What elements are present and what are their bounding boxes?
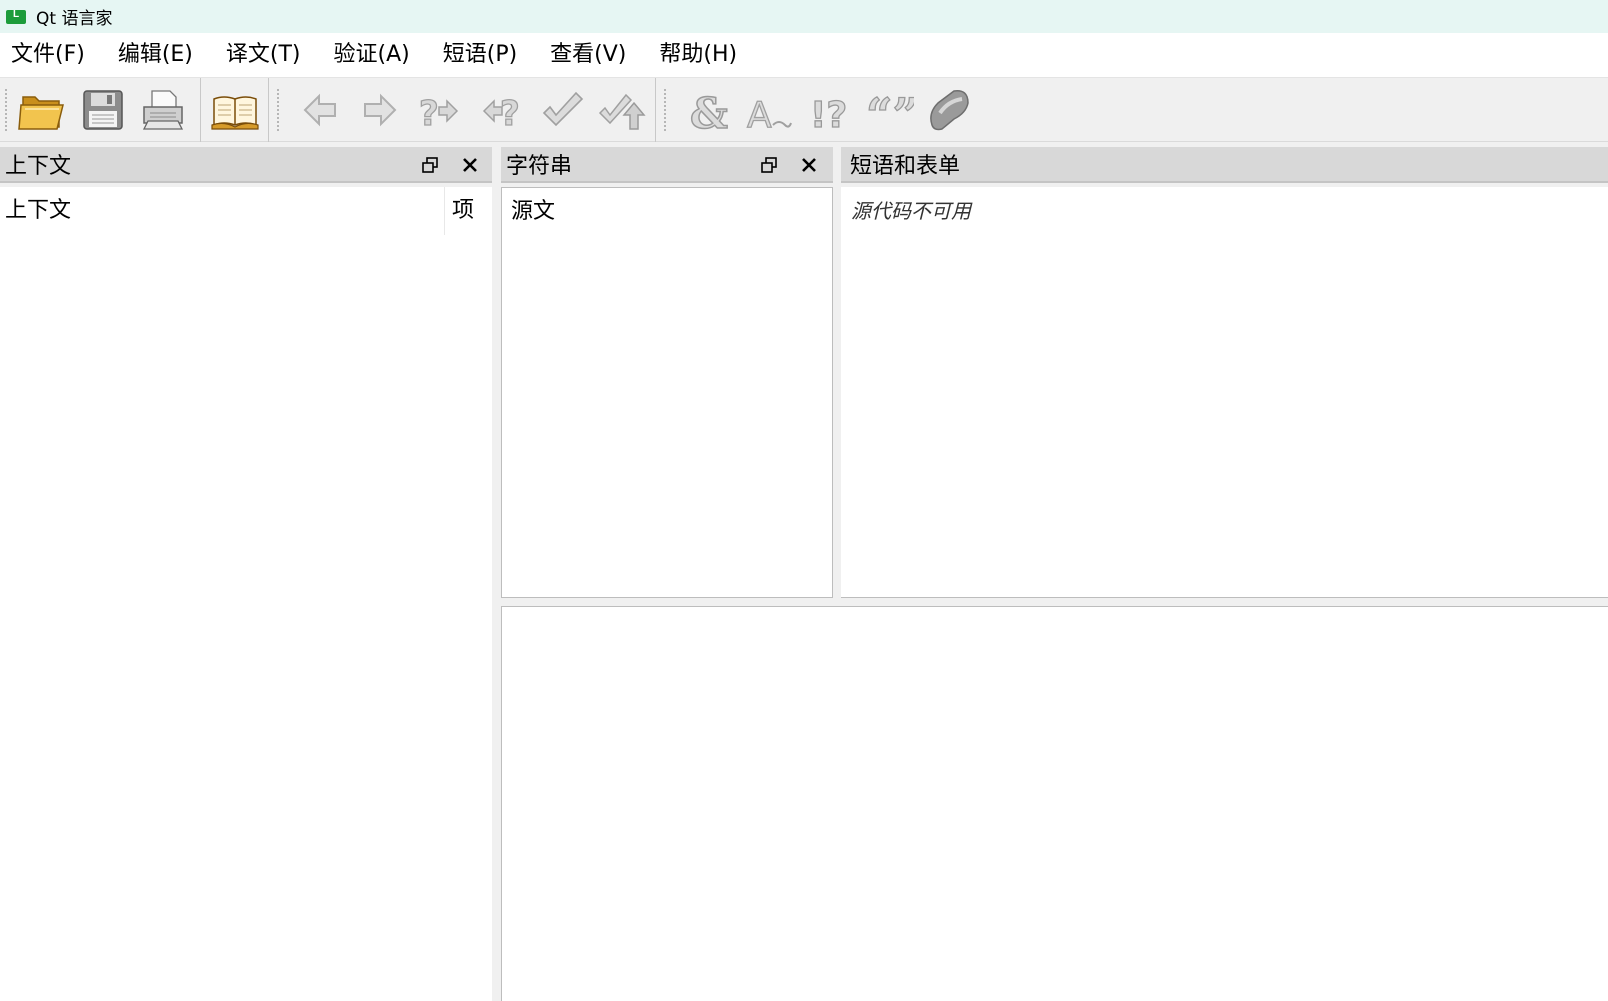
column-header-context[interactable]: 上下文 <box>5 187 71 235</box>
context-dock-float-button[interactable] <box>418 153 442 177</box>
next-unfinished-icon: ? <box>482 93 520 135</box>
place-markers-button[interactable]: “” <box>862 84 916 136</box>
toolbar-grip[interactable] <box>276 88 280 132</box>
title-bar: Qt 语言家 <box>0 0 1608 33</box>
previous-unfinished-icon: ? <box>418 93 459 135</box>
column-header-items[interactable]: 项 <box>452 187 474 235</box>
open-phrasebook-icon <box>211 96 259 130</box>
surrounding-whitespace-button[interactable] <box>922 84 976 136</box>
float-icon <box>761 157 777 173</box>
strings-list-header: 源文 <box>502 188 832 236</box>
context-list-header: 上下文 项 <box>0 187 492 235</box>
context-list[interactable]: 上下文 项 <box>0 187 492 1001</box>
strings-dock-title: 字符串 <box>501 147 833 183</box>
menu-bar: 文件(F) 编辑(E) 译文(T) 验证(A) 短语(P) 查看(V) 帮助(H… <box>0 33 1608 77</box>
done-and-next-button[interactable] <box>594 84 648 136</box>
menu-file[interactable]: 文件(F) <box>0 33 99 77</box>
menu-validation[interactable]: 验证(A) <box>323 33 424 77</box>
toolbar: ? ? & A !? “” <box>0 77 1608 142</box>
phrase-matches-button[interactable]: !? <box>802 84 856 136</box>
next-button[interactable] <box>353 84 407 136</box>
float-icon <box>422 157 438 173</box>
svg-text:&: & <box>690 89 728 135</box>
phrases-dock-title-label: 短语和表单 <box>850 154 961 179</box>
context-dock-title-label: 上下文 <box>5 154 72 179</box>
ending-punctuation-icon: A <box>746 94 792 135</box>
strings-dock-close-button[interactable] <box>797 153 821 177</box>
phrases-dock-title: 短语和表单 <box>841 147 1608 183</box>
previous-button[interactable] <box>293 84 347 136</box>
toolbar-grip[interactable] <box>663 88 667 132</box>
menu-help[interactable]: 帮助(H) <box>648 33 751 77</box>
done-icon <box>542 91 584 127</box>
translation-editor-area[interactable] <box>501 606 1608 1001</box>
column-divider[interactable] <box>444 187 445 235</box>
close-icon <box>802 158 816 172</box>
accelerators-icon: & <box>689 88 729 135</box>
svg-text:“”: “” <box>866 88 914 135</box>
main-splitter[interactable] <box>492 142 501 1001</box>
context-dock-close-button[interactable] <box>458 153 482 177</box>
strings-dock-float-button[interactable] <box>757 153 781 177</box>
done-button[interactable] <box>534 84 588 136</box>
menu-view[interactable]: 查看(V) <box>539 33 640 77</box>
open-phrasebook-button[interactable] <box>208 84 262 136</box>
phrase-matches-icon: !? <box>809 94 848 135</box>
surrounding-whitespace-icon <box>930 90 969 131</box>
toolbar-separator <box>200 78 201 142</box>
source-unavailable-message: 源代码不可用 <box>851 199 971 223</box>
menu-edit[interactable]: 编辑(E) <box>107 33 207 77</box>
save-button[interactable] <box>76 84 130 136</box>
svg-text:?: ? <box>500 94 520 134</box>
strings-list[interactable]: 源文 <box>501 187 833 598</box>
strings-dock-title-label: 字符串 <box>506 154 573 179</box>
toolbar-grip[interactable] <box>4 88 8 132</box>
next-icon <box>364 93 397 127</box>
previous-icon <box>303 93 336 127</box>
print-button[interactable] <box>136 84 190 136</box>
svg-text:A: A <box>747 95 772 135</box>
svg-text:?: ? <box>419 94 439 134</box>
close-icon <box>463 158 477 172</box>
next-unfinished-button[interactable]: ? <box>474 84 528 136</box>
save-icon <box>83 90 123 130</box>
toolbar-separator <box>268 78 269 142</box>
done-and-next-icon <box>598 93 646 130</box>
open-folder-icon <box>18 96 64 130</box>
print-icon <box>142 90 184 130</box>
window-title: Qt 语言家 <box>36 9 113 29</box>
menu-translation[interactable]: 译文(T) <box>215 33 315 77</box>
phrases-panel[interactable]: 源代码不可用 <box>841 187 1608 598</box>
toolbar-separator <box>655 78 656 142</box>
previous-unfinished-button[interactable]: ? <box>413 84 467 136</box>
accelerators-button[interactable]: & <box>680 84 734 136</box>
svg-text:!?: !? <box>810 95 847 135</box>
app-icon <box>6 9 26 24</box>
ending-punctuation-button[interactable]: A <box>741 84 795 136</box>
column-header-source[interactable]: 源文 <box>511 188 555 236</box>
context-dock-title: 上下文 <box>0 147 492 183</box>
open-button[interactable] <box>15 84 69 136</box>
menu-phrases[interactable]: 短语(P) <box>432 33 531 77</box>
place-markers-icon: “” <box>865 87 914 135</box>
